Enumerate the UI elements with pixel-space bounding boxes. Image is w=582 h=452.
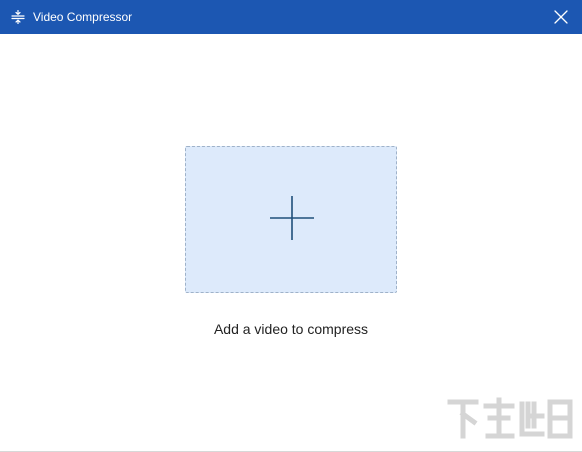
main-content: Add a video to compress (0, 34, 582, 452)
plus-icon (270, 196, 314, 240)
compress-icon (11, 10, 25, 24)
window-title: Video Compressor (33, 10, 133, 24)
watermark-logo (447, 397, 573, 439)
add-video-drop-zone[interactable] (185, 146, 397, 293)
title-bar: Video Compressor (0, 0, 582, 34)
close-icon (554, 10, 568, 24)
add-video-label: Add a video to compress (213, 321, 369, 337)
close-button[interactable] (548, 4, 574, 30)
